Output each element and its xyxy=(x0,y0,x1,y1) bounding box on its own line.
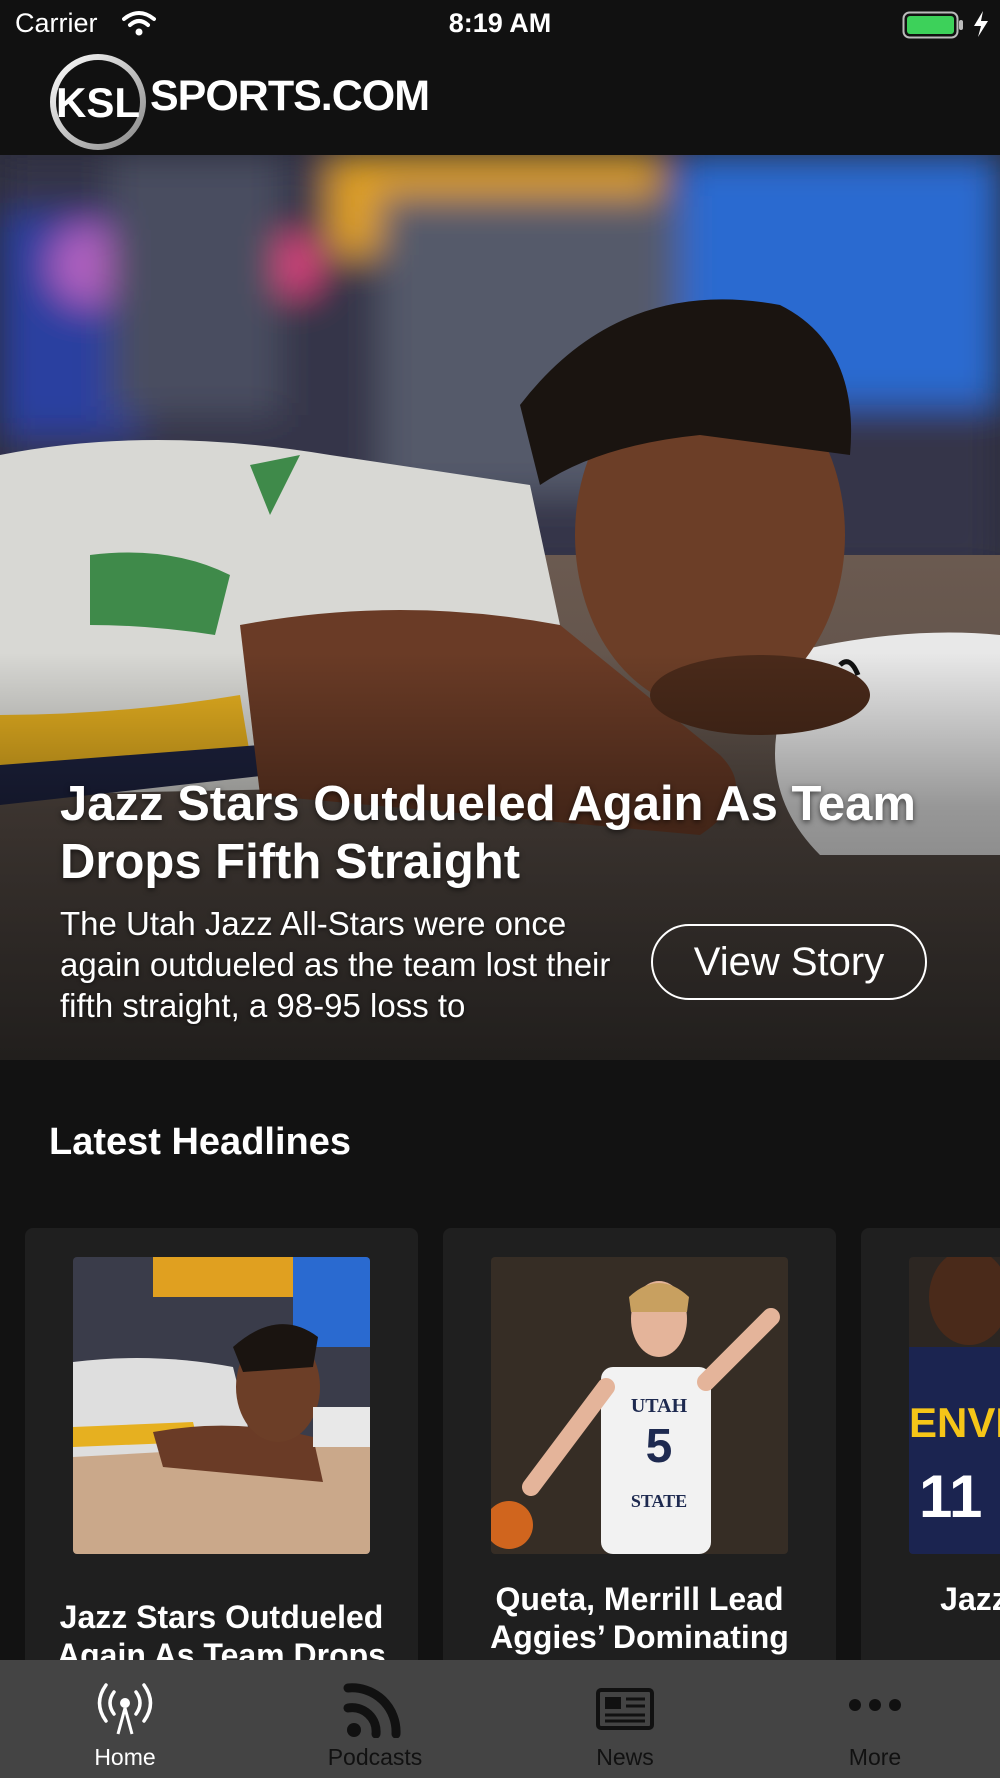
more-icon xyxy=(849,1699,901,1711)
headline-card-title[interactable]: Queta, Merrill Lead Aggies’ Dominating xyxy=(457,1580,822,1656)
logo-mark: KSL xyxy=(56,79,140,126)
headline-thumbnail: ENVER 11 xyxy=(909,1257,1000,1554)
tab-podcasts[interactable]: Podcasts xyxy=(250,1660,500,1778)
broadcast-icon xyxy=(97,1683,153,1735)
headline-thumbnail xyxy=(73,1257,370,1554)
tab-home[interactable]: Home xyxy=(0,1660,250,1778)
logo-text[interactable]: SPORTS.COM xyxy=(150,72,430,121)
headline-card-title[interactable]: Jazz Un Out Nu xyxy=(875,1580,1000,1618)
tab-news[interactable]: News xyxy=(500,1660,750,1778)
hero-title[interactable]: Jazz Stars Outdueled Again As Team Drops… xyxy=(60,775,920,891)
tab-more[interactable]: More xyxy=(750,1660,1000,1778)
app-header: KSL SPORTS.COM xyxy=(0,50,1000,155)
hero-summary: The Utah Jazz All-Stars were once again … xyxy=(60,905,611,1024)
headline-card[interactable]: ENVER 11 Jazz Un Out Nu xyxy=(861,1228,1000,1660)
status-bar: Carrier 8:19 AM xyxy=(0,0,1000,50)
headline-card-title[interactable]: Jazz Stars Outdueled Again As Team Drops xyxy=(39,1598,404,1660)
headline-carousel[interactable]: Jazz Stars Outdueled Again As Team Drops… xyxy=(0,1228,1000,1660)
svg-text:11: 11 xyxy=(919,1463,982,1530)
tab-home-label: Home xyxy=(94,1744,156,1770)
ksl-logo-icon[interactable]: KSL xyxy=(48,52,158,152)
headline-thumbnail: UTAH 5 STATE xyxy=(491,1257,788,1554)
tab-news-label: News xyxy=(596,1744,654,1770)
headline-card[interactable]: UTAH 5 STATE Queta, Merrill Lead Aggies’… xyxy=(443,1228,836,1660)
latest-headlines-title: Latest Headlines xyxy=(49,1121,351,1163)
charging-icon xyxy=(974,11,988,37)
tab-podcasts-label: Podcasts xyxy=(327,1744,423,1770)
svg-text:ENVER: ENVER xyxy=(909,1399,1000,1446)
newspaper-icon xyxy=(596,1688,654,1730)
svg-text:STATE: STATE xyxy=(631,1491,687,1511)
headline-card[interactable]: Jazz Stars Outdueled Again As Team Drops xyxy=(25,1228,418,1660)
hero-story[interactable]: Jazz Stars Outdueled Again As Team Drops… xyxy=(0,155,1000,1060)
tab-more-label: More xyxy=(848,1744,902,1770)
svg-text:UTAH: UTAH xyxy=(631,1395,688,1417)
tab-bar: Home Podcasts News More xyxy=(0,1660,1000,1778)
svg-text:5: 5 xyxy=(646,1420,673,1473)
battery-icon xyxy=(902,11,963,39)
rss-icon xyxy=(343,1683,401,1738)
status-time: 8:19 AM xyxy=(448,8,552,38)
view-story-button[interactable]: View Story xyxy=(651,924,927,1000)
